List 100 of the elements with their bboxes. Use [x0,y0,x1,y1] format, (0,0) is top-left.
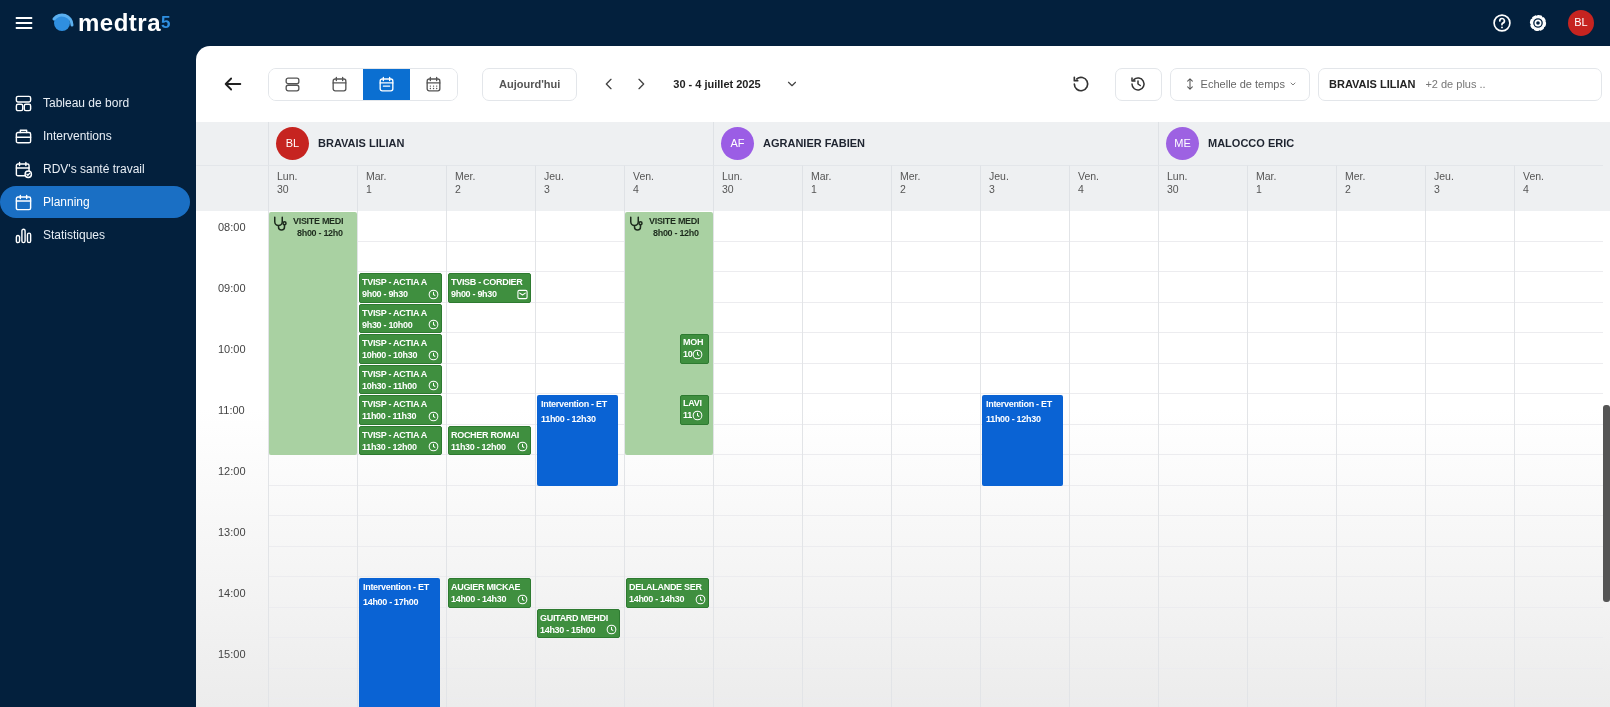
weekday-label: Jeu. [989,170,1010,183]
event-title: TVISB - CORDIER [451,276,524,288]
event-time: 11h00 - 11h30 [362,410,417,422]
appointment-event[interactable]: DELALANDE SER 14h00 - 14h30 [626,578,709,608]
event-time: 8h00 - 12h0 [652,227,700,239]
date-label: 3 [1434,182,1441,196]
date-label: 3 [989,182,996,196]
appointment-event[interactable]: TVISP - ACTIA A 10h00 - 10h30 [359,334,442,364]
appointment-event[interactable]: GUITARD MEHDI 14h30 - 15h00 [537,608,620,638]
event-title: AUGIER MICKAE [451,581,522,593]
hour-label: 10:00 [217,342,247,357]
event-time: 14h00 - 14h30 [451,593,507,605]
appointment-event[interactable]: TVISP - ACTIA A 9h00 - 9h30 [359,273,442,303]
hour-label: 12:00 [217,464,247,479]
person-avatar: ME [1166,127,1199,160]
appointment-event[interactable]: MOH 10 [680,334,709,364]
date-label: 2 [1345,182,1352,196]
weekday-label: Ven. [1523,170,1546,183]
intervention-event[interactable]: Intervention - ET 14h00 - 17h00 [359,578,440,707]
briefcase-icon [14,126,33,146]
clock-icon [606,624,617,635]
event-title: MOH [683,336,705,348]
event-title: TVISP - ACTIA A [362,428,428,441]
date-label: 30 [1167,182,1180,196]
event-title: TVISP - ACTIA A [362,337,428,349]
date-label: 2 [455,182,462,196]
date-label: 3 [544,182,551,196]
clock-icon [428,288,439,300]
bar-chart-icon [14,225,33,245]
intervention-event[interactable]: Intervention - ET 11h00 - 12h30 [537,395,618,486]
appointment-event[interactable]: AUGIER MICKAE 14h00 - 14h30 [448,578,531,608]
intervention-event[interactable]: Intervention - ET 11h00 - 12h30 [982,395,1063,486]
sidebar-item[interactable]: Interventions [0,120,190,152]
weekday-label: Mar. [366,170,388,183]
medical-visit-event[interactable]: VISITE MEDI 8h00 - 12h0 [269,212,357,455]
person-name: MALOCCO ERIC [1208,136,1295,152]
event-title: LAVI [683,397,703,409]
event-time: 11h00 - 12h30 [541,413,597,425]
appointment-event[interactable]: TVISP - ACTIA A 11h30 - 12h00 [359,425,442,455]
hour-label: 11:00 [217,403,246,418]
event-title: VISITE MEDI [293,215,344,227]
stethoscope-icon [271,215,289,233]
event-title: TVISP - ACTIA A [362,398,428,410]
event-time: 9h30 - 10h00 [362,318,413,331]
clock-icon [428,441,439,452]
event-time: 14h00 - 17h00 [363,596,420,608]
sidebar-item[interactable]: Planning [0,186,190,218]
weekday-label: Mar. [1256,170,1278,183]
event-title: TVISP - ACTIA A [362,276,428,288]
event-time: 14h30 - 15h00 [540,623,596,636]
event-time: 11h30 - 12h00 [362,440,417,453]
weekday-label: Mer. [900,170,922,183]
appointment-event[interactable]: ROCHER ROMAI 11h30 - 12h00 [448,425,531,455]
appointment-event[interactable]: TVISP - ACTIA A 11h00 - 11h30 [359,395,442,425]
time-scale-button[interactable]: Echelle de temps [1169,67,1310,101]
date-label: 30 [277,182,290,196]
hour-label: 08:00 [217,220,247,235]
calendar-month-icon [424,74,443,94]
appointment-event[interactable]: TVISB - CORDIER 9h00 - 9h30 [448,273,531,303]
hour-label: 15:00 [217,647,247,662]
more-people-text: +2 de plus .. [1425,76,1486,92]
event-time: 9h00 - 9h30 [451,288,497,300]
event-time: 14h00 - 14h30 [629,593,685,605]
view-tab[interactable] [363,68,410,100]
calendar-icon [330,74,349,94]
date-label: 1 [366,182,373,196]
settings-icon[interactable] [1528,12,1548,33]
weekday-label: Lun. [1167,170,1189,183]
sidebar-item[interactable]: RDV's santé travail [0,153,190,185]
calendar-week-icon [377,74,396,94]
appointment-event[interactable]: TVISP - ACTIA A 10h30 - 11h00 [359,364,442,394]
clock-icon [428,410,439,422]
sidebar-item[interactable]: Statistiques [0,219,190,251]
person-avatar: BL [276,127,309,160]
history-button[interactable] [1114,67,1162,101]
date-label: 4 [633,182,640,196]
sidebar-item[interactable]: Tableau de bord [0,87,190,119]
hour-label: 09:00 [217,281,247,296]
help-icon[interactable] [1492,12,1512,33]
weekday-label: Ven. [1078,170,1101,183]
event-time: 9h00 - 9h30 [362,288,408,300]
scrollbar-thumb[interactable] [1603,405,1610,602]
event-title: DELALANDE SER [629,581,703,593]
event-title: GUITARD MEHDI [540,611,609,624]
weekday-label: Jeu. [1434,170,1455,183]
weekday-label: Lun. [722,170,744,183]
appointment-event[interactable]: LAVI 11 [680,395,709,425]
dashboard-icon [14,93,33,113]
clock-icon [428,380,439,391]
person-name: BRAVAIS LILIAN [318,136,405,152]
person-name: AGRANIER FABIEN [763,136,866,152]
clock-icon [428,319,439,330]
weekday-label: Mer. [455,170,477,183]
event-title: Intervention - ET [986,398,1054,410]
event-title: Intervention - ET [363,581,431,593]
people-field[interactable]: BRAVAIS LILIAN +2 de plus .. [1318,67,1602,101]
hour-label: 14:00 [217,586,247,601]
today-button[interactable]: Aujourd'hui [482,67,578,101]
appointment-event[interactable]: TVISP - ACTIA A 9h30 - 10h00 [359,303,442,333]
user-avatar[interactable]: BL [1568,9,1594,36]
